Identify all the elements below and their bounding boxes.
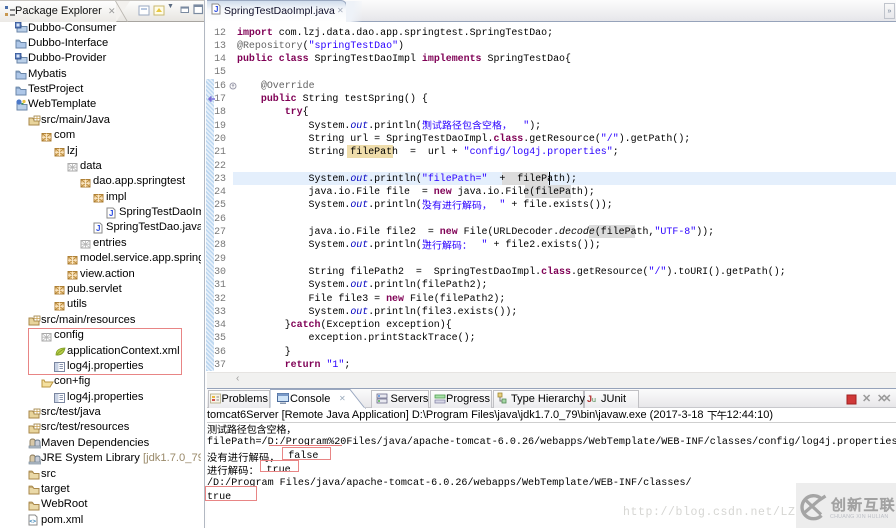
svg-text:<>: <> <box>30 519 36 525</box>
svg-text:J: J <box>96 224 100 233</box>
svg-text:J: J <box>214 5 218 14</box>
svg-text:u: u <box>592 397 596 404</box>
svg-text:J: J <box>109 209 113 218</box>
